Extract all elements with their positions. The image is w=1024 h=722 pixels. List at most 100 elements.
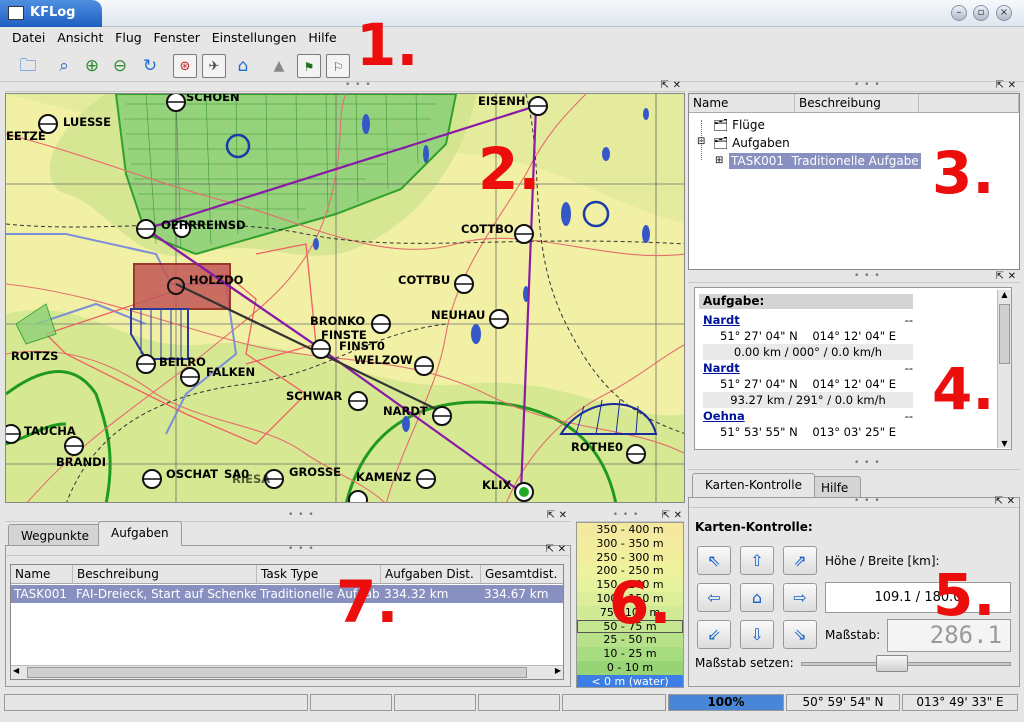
panel-close-icon[interactable]: ✕ xyxy=(1008,271,1016,282)
open-folder-icon[interactable]: 🗀 xyxy=(16,54,40,78)
tab-aufgaben[interactable]: Aufgaben xyxy=(98,521,182,546)
pan-northeast-button[interactable]: ⇗ xyxy=(783,546,817,575)
progress-bar: 100% xyxy=(668,694,784,711)
undock-icon[interactable]: ⇱ xyxy=(546,544,554,555)
panel-close-icon[interactable]: ✕ xyxy=(673,80,681,91)
horizontal-scrollbar[interactable]: ◀ ▶ xyxy=(11,665,563,679)
panel-grip-icon[interactable]: • • • xyxy=(854,80,881,90)
waypoint-link[interactable]: Oehna xyxy=(703,409,745,423)
vertical-scrollbar[interactable]: ▲ ▼ xyxy=(997,290,1011,448)
map-label: NEUHAU xyxy=(431,308,486,322)
menu-datei[interactable]: Datei xyxy=(8,27,49,45)
tree-node-fluege[interactable]: 🗂 Flüge xyxy=(713,118,765,132)
scroll-up-icon[interactable]: ▲ xyxy=(998,290,1011,302)
scroll-down-icon[interactable]: ▼ xyxy=(998,439,1011,448)
zoom-icon[interactable]: ⌕ xyxy=(52,54,76,78)
panel-grip-icon[interactable]: • • • xyxy=(854,496,881,506)
pan-north-button[interactable]: ⇧ xyxy=(740,546,774,575)
panel-close-icon[interactable]: ✕ xyxy=(1007,496,1015,507)
menu-flug[interactable]: Flug xyxy=(111,27,146,45)
scroll-thumb[interactable] xyxy=(27,667,527,678)
status-field xyxy=(394,694,476,711)
task-table[interactable]: Name Beschreibung Task Type Aufgaben Dis… xyxy=(10,564,564,680)
menu-hilfe[interactable]: Hilfe xyxy=(304,27,340,45)
waypoint-leg: 93.27 km / 291° / 0.0 km/h xyxy=(703,392,913,408)
tree-node-task001[interactable]: TASK001 Traditionelle Aufgabe xyxy=(729,153,921,169)
zoom-out-icon[interactable]: ⊖ xyxy=(108,54,132,78)
expand-icon[interactable]: ⊞ xyxy=(715,155,723,166)
table-row[interactable]: TASK001 FAI-Dreieck, Start auf Schenkel … xyxy=(11,585,563,603)
panel-grip-icon[interactable]: • • • xyxy=(288,544,315,554)
panel-close-icon[interactable]: ✕ xyxy=(1008,80,1016,91)
annotation-3: 3. xyxy=(932,139,995,207)
list-inner-header: • • • ⇱ ✕ xyxy=(6,544,570,556)
home-button[interactable]: ⌂ xyxy=(740,583,774,612)
undock-icon[interactable]: ⇱ xyxy=(995,496,1003,507)
control-panel-header: • • • xyxy=(688,458,1020,470)
menu-einstellungen[interactable]: Einstellungen xyxy=(208,27,301,45)
map-label: ROITZS xyxy=(11,349,59,363)
optimize-icon[interactable]: ⚐ xyxy=(326,54,350,78)
map-label: BRANDI xyxy=(56,455,106,469)
tab-wegpunkte[interactable]: Wegpunkte xyxy=(8,524,103,546)
legend-row: 10 - 25 m xyxy=(577,647,683,661)
pan-west-button[interactable]: ⇦ xyxy=(697,583,731,612)
tree-col-beschreibung[interactable]: Beschreibung xyxy=(795,94,919,113)
pan-south-button[interactable]: ⇩ xyxy=(740,620,774,649)
map-label: BEILRO xyxy=(159,355,206,369)
panel-grip-icon[interactable]: • • • xyxy=(345,80,372,90)
panel-close-icon[interactable]: ✕ xyxy=(559,510,567,521)
tab-hilfe[interactable]: Hilfe xyxy=(808,476,862,497)
pan-east-button[interactable]: ⇨ xyxy=(783,583,817,612)
pan-southwest-button[interactable]: ⇙ xyxy=(697,620,731,649)
col-gesamtdist[interactable]: Gesamtdist. xyxy=(481,565,563,584)
map-view[interactable]: SCHOEN EISENH LUESSE EETZE OEHRREINSD CO… xyxy=(5,93,685,503)
panel-grip-icon[interactable]: • • • xyxy=(613,510,640,520)
minimize-button[interactable]: – xyxy=(951,5,967,21)
pan-southeast-button[interactable]: ⇘ xyxy=(783,620,817,649)
undock-icon[interactable]: ⇱ xyxy=(661,80,669,91)
tab-karten-kontrolle[interactable]: Karten-Kontrolle xyxy=(692,473,815,497)
flight-icon[interactable]: ✈ xyxy=(202,54,226,78)
col-beschreibung[interactable]: Beschreibung xyxy=(73,565,257,584)
close-button[interactable]: × xyxy=(996,5,1012,21)
panel-grip-icon[interactable]: • • • xyxy=(288,510,315,520)
scroll-left-icon[interactable]: ◀ xyxy=(13,666,19,675)
task-icon[interactable]: ⚑ xyxy=(297,54,321,78)
terrain-icon[interactable]: ▲ xyxy=(267,54,291,78)
menu-ansicht[interactable]: Ansicht xyxy=(53,27,107,45)
task-desc: Traditionelle Aufgabe xyxy=(791,154,919,168)
waypoint-link[interactable]: Nardt xyxy=(703,361,740,375)
scroll-right-icon[interactable]: ▶ xyxy=(555,666,561,675)
home-icon[interactable]: ⌂ xyxy=(231,54,255,78)
map-label: LUESSE xyxy=(63,115,112,129)
tree-node-aufgaben[interactable]: 🗂 Aufgaben xyxy=(713,136,790,150)
refresh-icon[interactable]: ↻ xyxy=(138,54,162,78)
undock-icon[interactable]: ⇱ xyxy=(547,510,555,521)
tree-col-name[interactable]: Name xyxy=(689,94,795,113)
panel-grip-icon[interactable]: • • • xyxy=(854,271,881,281)
panel-grip-icon[interactable]: • • • xyxy=(854,458,881,468)
control-inner-header: • • • ⇱ ✕ xyxy=(689,496,1019,508)
maximize-button[interactable]: ▫ xyxy=(973,5,989,21)
annotation-4: 4. xyxy=(932,355,995,423)
scroll-thumb[interactable] xyxy=(999,304,1010,364)
zoom-in-icon[interactable]: ⊕ xyxy=(80,54,104,78)
waypoint-flag: -- xyxy=(904,409,913,423)
waypoint-link[interactable]: Nardt xyxy=(703,313,740,327)
panel-close-icon[interactable]: ✕ xyxy=(558,544,566,555)
map-center-icon[interactable]: ⊛ xyxy=(173,54,197,78)
panel-close-icon[interactable]: ✕ xyxy=(674,510,682,521)
map-label: KAMENZ xyxy=(356,470,412,484)
collapse-icon[interactable]: ⊟ xyxy=(697,136,705,147)
col-name[interactable]: Name xyxy=(11,565,73,584)
undock-icon[interactable]: ⇱ xyxy=(996,271,1004,282)
tree-panel-header: • • • ⇱ ✕ xyxy=(688,80,1020,92)
window-title: KFLog xyxy=(30,5,76,20)
undock-icon[interactable]: ⇱ xyxy=(996,80,1004,91)
pan-northwest-button[interactable]: ⇖ xyxy=(697,546,731,575)
task-info-header: Aufgabe: xyxy=(699,294,913,309)
menu-fenster[interactable]: Fenster xyxy=(150,27,204,45)
scale-slider-handle[interactable] xyxy=(875,655,908,672)
undock-icon[interactable]: ⇱ xyxy=(662,510,670,521)
